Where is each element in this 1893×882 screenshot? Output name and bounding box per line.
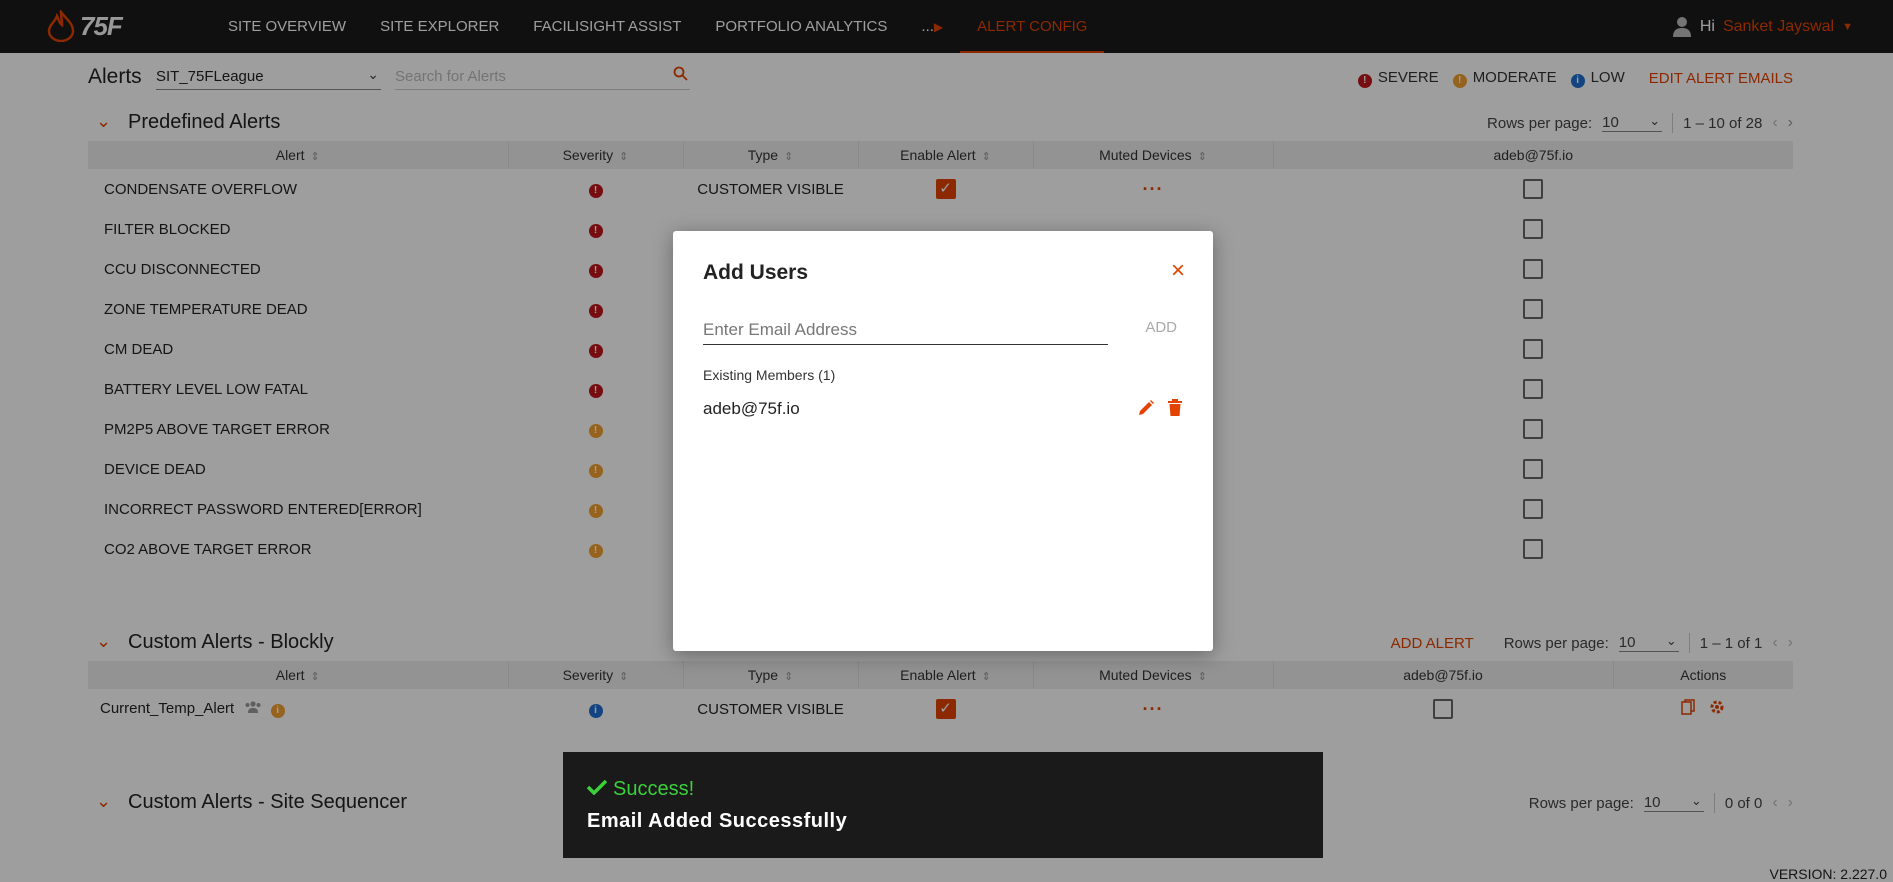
- add-email-button[interactable]: ADD: [1145, 319, 1177, 336]
- success-toast: Success! Email Added Successfully: [563, 752, 1323, 858]
- member-actions: [1137, 399, 1183, 422]
- checkmark-icon: [586, 778, 608, 801]
- edit-pencil-icon[interactable]: [1137, 399, 1155, 422]
- member-row: adeb@75f.io: [703, 399, 1183, 425]
- email-address-input[interactable]: [703, 315, 1108, 345]
- existing-members-label: Existing Members (1): [703, 367, 836, 383]
- close-icon[interactable]: ×: [1171, 257, 1185, 285]
- member-email: adeb@75f.io: [703, 399, 800, 418]
- toast-title: Success!: [586, 778, 695, 801]
- toast-title-text: Success!: [613, 778, 695, 800]
- modal-title: Add Users: [703, 261, 809, 284]
- add-users-modal: Add Users × ADD Existing Members (1) ade…: [673, 231, 1213, 651]
- trash-icon[interactable]: [1167, 399, 1183, 422]
- toast-message: Email Added Successfully: [587, 810, 848, 832]
